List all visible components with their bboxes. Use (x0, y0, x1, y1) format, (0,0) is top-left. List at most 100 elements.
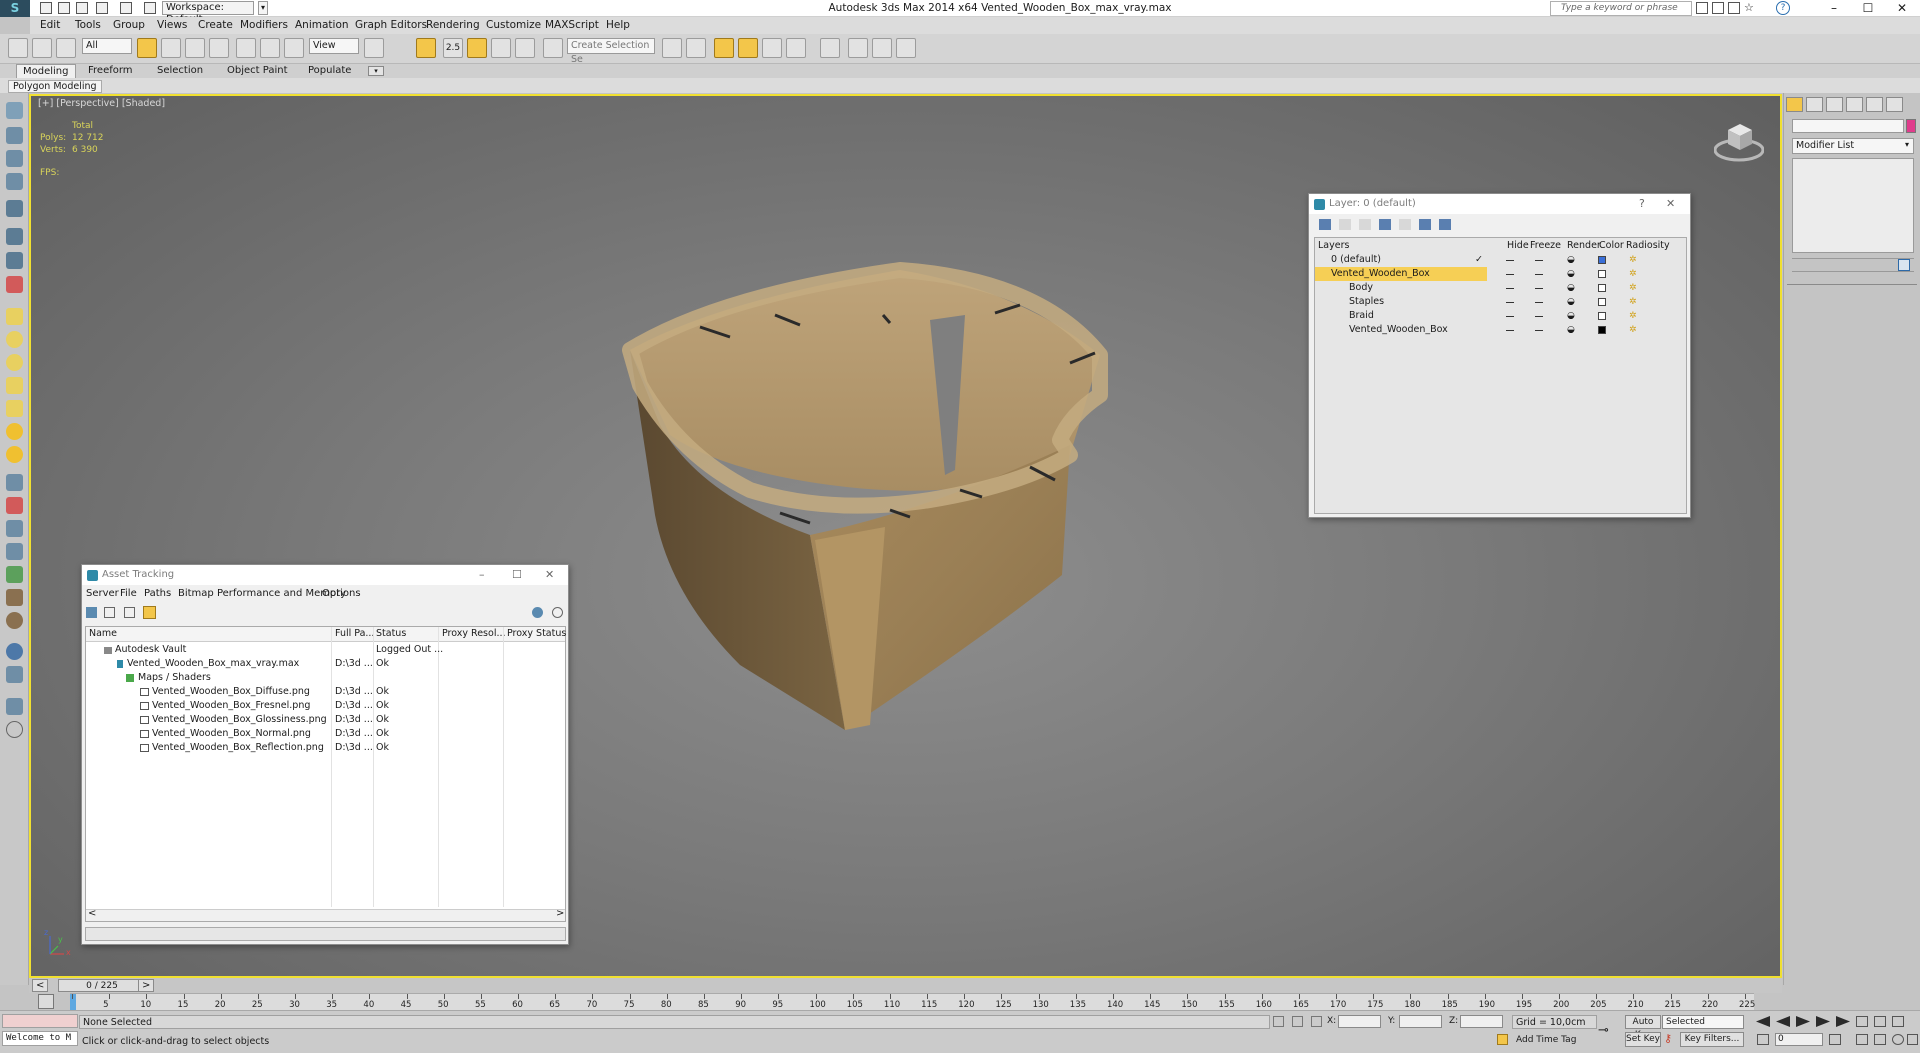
time-cursor[interactable] (70, 994, 76, 1010)
radiosity-icon[interactable]: ✲ (1629, 295, 1637, 309)
freeze-all-icon[interactable] (1439, 219, 1451, 230)
layer-color-swatch[interactable] (1598, 298, 1606, 306)
box-primitive-icon[interactable] (6, 308, 23, 325)
key-filters-icon[interactable]: ⚷ (1664, 1033, 1678, 1046)
track-bar[interactable] (70, 993, 1754, 1010)
material-editor-icon[interactable] (820, 38, 840, 58)
zoom-icon[interactable] (1856, 1016, 1868, 1027)
ribbon-options-icon[interactable]: ▾ (368, 66, 384, 76)
radiosity-icon[interactable]: ✲ (1629, 323, 1637, 337)
pan-view-icon[interactable] (1874, 1034, 1886, 1045)
hierarchy-panel-icon[interactable] (1826, 97, 1843, 112)
percent-snap-icon[interactable] (491, 38, 511, 58)
motion-panel-icon[interactable] (1846, 97, 1863, 112)
freeze-toggle[interactable] (1535, 260, 1543, 261)
auto-key-button[interactable]: Auto Key (1625, 1015, 1661, 1040)
grid-icon[interactable] (6, 666, 23, 683)
hide-toggle[interactable] (1506, 260, 1514, 261)
menu-views[interactable]: Views (157, 17, 187, 34)
selection-region-icon[interactable] (185, 38, 205, 58)
new-layer-icon[interactable] (1319, 219, 1331, 230)
x-coordinate-input[interactable] (1338, 1015, 1381, 1028)
object-name-input[interactable] (1792, 119, 1904, 133)
active-layer-check[interactable]: ✓ (1475, 253, 1483, 267)
layer-manager-icon[interactable] (6, 150, 23, 167)
add-time-tag-button[interactable]: Add Time Tag (1516, 1035, 1576, 1045)
redo-icon[interactable] (120, 2, 132, 14)
bind-spacewarp-icon[interactable] (56, 38, 76, 58)
minimize-button[interactable]: – (1816, 0, 1852, 17)
pivot-center-icon[interactable] (364, 38, 384, 58)
communication-icon[interactable] (1728, 2, 1740, 14)
teapot-primitive-icon[interactable] (6, 400, 23, 417)
table-view-icon[interactable] (143, 606, 156, 619)
asset-row[interactable]: Vented_Wooden_Box_Glossiness.png D:\3d .… (86, 713, 565, 727)
add-to-layer-icon[interactable] (1359, 219, 1371, 230)
modifier-list-select[interactable]: Modifier List (1792, 138, 1914, 154)
link-icon[interactable] (8, 38, 28, 58)
asset-row[interactable]: Autodesk Vault Logged Out ... (86, 643, 565, 657)
key-filters-button[interactable]: Key Filters... (1680, 1032, 1744, 1047)
help-asset-icon[interactable] (552, 607, 563, 618)
selection-filter-select[interactable]: All (82, 38, 132, 54)
hide-toggle[interactable] (1506, 330, 1514, 331)
menu-edit[interactable]: Edit (40, 17, 60, 34)
asset-row[interactable]: Maps / Shaders (86, 671, 565, 685)
menu-modifiers[interactable]: Modifiers (240, 17, 288, 34)
select-manipulate-icon[interactable] (416, 38, 436, 58)
subscription-icon[interactable] (1712, 2, 1724, 14)
zoom-extents-icon[interactable] (1892, 1016, 1904, 1027)
search-input[interactable]: Type a keyword or phrase (1550, 1, 1692, 16)
key-selection-select[interactable]: Selected (1662, 1015, 1744, 1029)
snap-toggle-icon[interactable]: 2.5 (443, 38, 463, 58)
camera-icon[interactable] (6, 698, 23, 715)
layer-dialog-close-button[interactable]: ✕ (1666, 197, 1675, 210)
layer-dialog-title[interactable]: Layer: 0 (default) (1309, 194, 1690, 214)
horizontal-scrollbar[interactable] (86, 909, 565, 921)
utilities-panel-icon[interactable] (1886, 97, 1903, 112)
time-configuration-icon[interactable] (1829, 1034, 1841, 1045)
rotate-icon[interactable] (260, 38, 280, 58)
orbit-icon[interactable] (1892, 1034, 1904, 1045)
asset-row[interactable]: Vented_Wooden_Box_Normal.png D:\3d ... O… (86, 727, 565, 741)
binoculars-icon[interactable] (1696, 2, 1708, 14)
light-lister-icon[interactable] (6, 252, 23, 269)
stack-controls[interactable] (1792, 258, 1914, 272)
radiosity-icon[interactable]: ✲ (1629, 309, 1637, 323)
asset-tracking-maximize-button[interactable]: ☐ (512, 568, 522, 581)
layer-row[interactable]: Body ◒ ✲ (1315, 281, 1686, 295)
tab-modeling[interactable]: Modeling (16, 64, 76, 78)
select-in-layer-icon[interactable] (1379, 219, 1391, 230)
menu-options[interactable]: Options (322, 588, 361, 599)
spinner-snap-icon[interactable] (515, 38, 535, 58)
workspace-dropdown-icon[interactable]: ▾ (258, 1, 268, 15)
col-full-path[interactable]: Full Pa... (335, 627, 374, 641)
hide-toggle[interactable] (1506, 316, 1514, 317)
col-radiosity[interactable]: Radiosity (1626, 240, 1670, 251)
maximize-viewport-icon[interactable] (1907, 1034, 1918, 1045)
motion-icon[interactable] (6, 497, 23, 514)
plant-icon[interactable] (6, 566, 23, 583)
render-teapot-icon[interactable]: ◒ (1567, 267, 1575, 281)
asset-row[interactable]: Vented_Wooden_Box_max_vray.max D:\3d ...… (86, 657, 565, 671)
utilities-icon[interactable] (6, 543, 23, 560)
help-sidebar-icon[interactable] (6, 721, 23, 738)
omni-light-icon[interactable] (6, 423, 23, 440)
freeze-toggle[interactable] (1535, 274, 1543, 275)
col-status[interactable]: Status (376, 627, 406, 641)
render-teapot-icon[interactable]: ◒ (1567, 323, 1575, 337)
scale-icon[interactable] (284, 38, 304, 58)
layer-color-swatch[interactable] (1598, 326, 1606, 334)
window-crossing-icon[interactable] (209, 38, 229, 58)
tab-selection[interactable]: Selection (157, 64, 203, 78)
schematic-view-icon[interactable] (786, 38, 806, 58)
rendered-frame-window-icon[interactable] (872, 38, 892, 58)
layer-row[interactable]: Staples ◒ ✲ (1315, 295, 1686, 309)
layer-row-selected[interactable]: Vented_Wooden_Box (1315, 267, 1487, 281)
time-next-button[interactable]: > (138, 979, 155, 992)
menu-tools[interactable]: Tools (75, 17, 101, 34)
vault-icon[interactable] (532, 607, 543, 618)
key-mode-icon[interactable]: ⊸ (1598, 1024, 1622, 1038)
tab-populate[interactable]: Populate (308, 64, 351, 78)
named-selection-select[interactable]: Create Selection Se (567, 38, 655, 65)
